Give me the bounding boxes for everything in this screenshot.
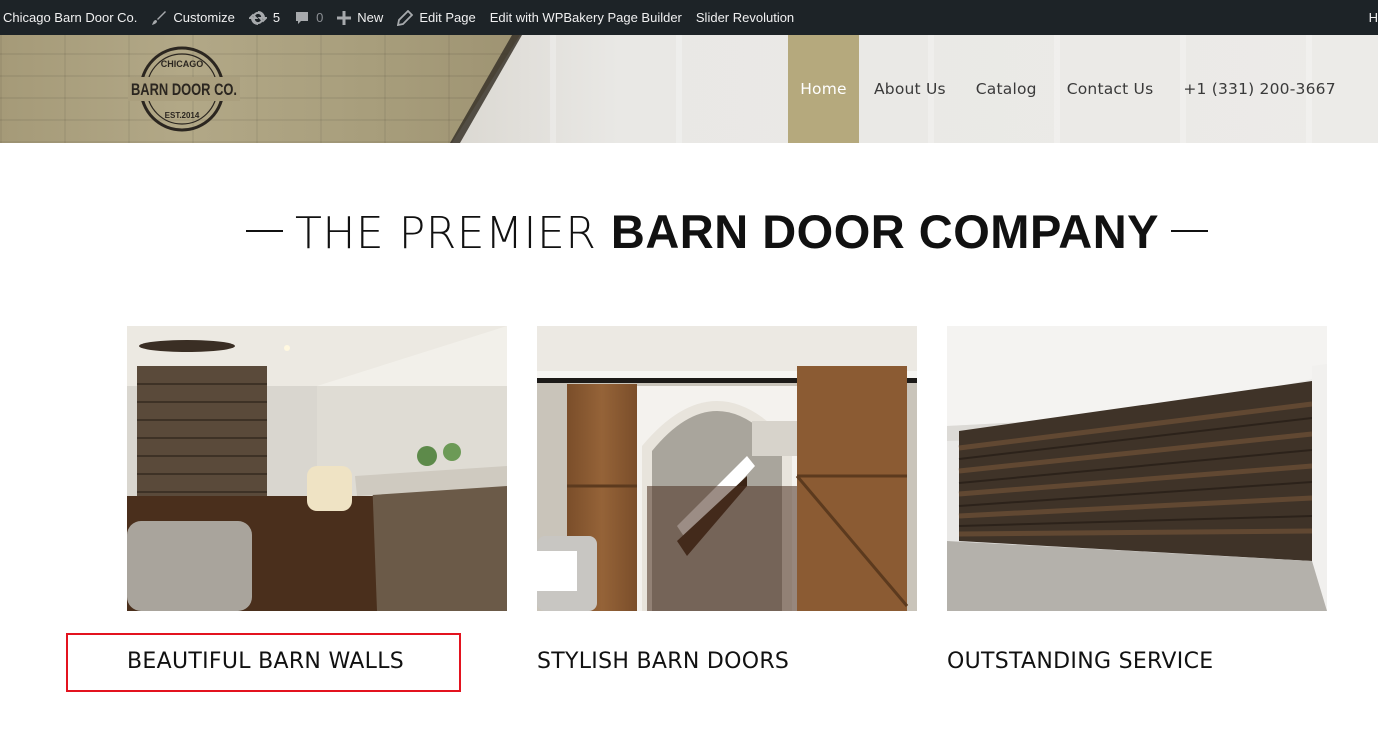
comments-count: 0 bbox=[316, 10, 324, 25]
highlight-box bbox=[66, 633, 461, 692]
site-logo[interactable]: CHICAGO BARN DOOR CO. EST.2014 bbox=[128, 43, 240, 135]
new-label: New bbox=[357, 10, 384, 25]
feature-card-barn-doors: STYLISH BARN DOORS bbox=[537, 326, 917, 674]
nav-catalog[interactable]: Catalog bbox=[961, 35, 1052, 143]
updates-count: 5 bbox=[272, 10, 281, 25]
nav-phone[interactable]: +1 (331) 200-3667 bbox=[1168, 35, 1350, 143]
sliding-barn-doors-photo[interactable] bbox=[537, 326, 917, 611]
admin-bar-customize[interactable]: Customize bbox=[144, 0, 241, 35]
paintbrush-icon bbox=[151, 10, 167, 26]
barn-wall-living-room-photo[interactable] bbox=[127, 326, 507, 611]
brick-logo-panel bbox=[0, 35, 520, 143]
hero-heading-bold: BARN DOOR COMPANY bbox=[610, 204, 1160, 258]
admin-bar-edit-page[interactable]: Edit Page bbox=[390, 0, 482, 35]
nav-about-us[interactable]: About Us bbox=[859, 35, 961, 143]
admin-bar-slider-revolution[interactable]: Slider Revolution bbox=[689, 0, 801, 35]
edit-page-label: Edit Page bbox=[419, 10, 476, 25]
admin-bar-account[interactable]: H bbox=[1362, 0, 1378, 35]
admin-bar-wpbakery[interactable]: Edit with WPBakery Page Builder bbox=[483, 0, 689, 35]
nav-contact-us[interactable]: Contact Us bbox=[1052, 35, 1169, 143]
wpbakery-label: Edit with WPBakery Page Builder bbox=[489, 10, 682, 25]
pencil-icon bbox=[397, 9, 414, 26]
updates-icon bbox=[248, 10, 267, 26]
site-name-label: Chicago Barn Door Co. bbox=[3, 10, 138, 25]
logo-bottom-text: EST.2014 bbox=[165, 111, 200, 120]
feature-title-service[interactable]: OUTSTANDING SERVICE bbox=[947, 649, 1213, 674]
hero-heading-text: THE PREMIER BARN DOOR COMPANY bbox=[295, 204, 1159, 259]
admin-bar-updates[interactable]: 5 bbox=[242, 0, 287, 35]
plus-icon bbox=[337, 10, 352, 25]
feature-card-service: OUTSTANDING SERVICE bbox=[947, 326, 1327, 674]
admin-bar-comments[interactable]: 0 bbox=[287, 0, 330, 35]
howdy-label: H bbox=[1368, 10, 1378, 25]
feature-card-barn-walls: BEAUTIFUL BARN WALLS bbox=[127, 326, 507, 674]
basement-barn-wall-photo[interactable] bbox=[947, 326, 1327, 611]
hero-rule-right bbox=[1171, 230, 1208, 232]
hero-rule-left bbox=[246, 230, 283, 232]
logo-top-text: CHICAGO bbox=[161, 59, 204, 69]
slider-revolution-label: Slider Revolution bbox=[695, 10, 795, 25]
admin-bar-new[interactable]: New bbox=[330, 0, 390, 35]
comment-icon bbox=[294, 10, 310, 26]
customize-label: Customize bbox=[173, 10, 235, 25]
feature-title-barn-doors[interactable]: STYLISH BARN DOORS bbox=[537, 649, 789, 674]
hero-heading: THE PREMIER BARN DOOR COMPANY bbox=[246, 200, 1208, 262]
hero-heading-light: THE PREMIER bbox=[294, 207, 611, 259]
admin-bar-site-name[interactable]: Chicago Barn Door Co. bbox=[0, 0, 144, 35]
nav-home[interactable]: Home bbox=[788, 35, 859, 143]
site-header: CHICAGO BARN DOOR CO. EST.2014 Home Abou… bbox=[0, 35, 1378, 143]
logo-main-text: BARN DOOR CO. bbox=[131, 80, 237, 99]
wp-admin-bar: Chicago Barn Door Co. Customize 5 0 New … bbox=[0, 0, 1378, 35]
main-nav: Home About Us Catalog Contact Us +1 (331… bbox=[788, 35, 1351, 143]
